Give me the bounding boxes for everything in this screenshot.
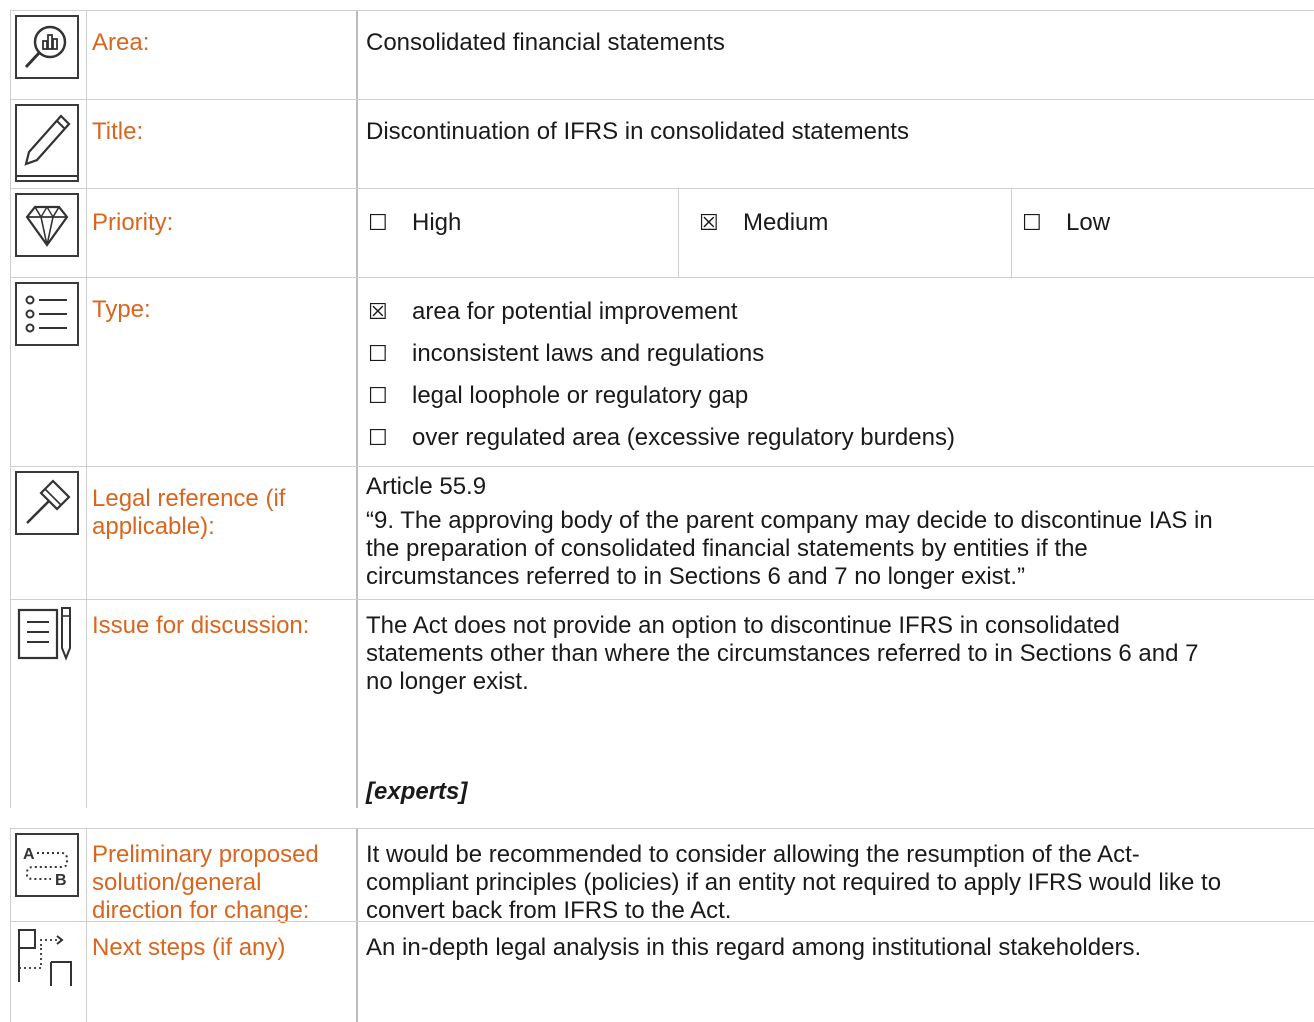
row-next-steps: Next steps (if any) An in-depth legal an… bbox=[10, 921, 1314, 1022]
notepad-pen-icon bbox=[15, 604, 79, 668]
value-cell: The Act does not provide an option to di… bbox=[358, 600, 1314, 808]
legal-quote-line3: circumstances referred to in Sections 6 … bbox=[366, 563, 1025, 590]
priority-option-text: ☒ Medium bbox=[699, 209, 828, 237]
value-cell: Consolidated financial statements bbox=[358, 11, 1314, 99]
priority-option-text: ☐ Low bbox=[1022, 209, 1110, 237]
priority-option-label: Medium bbox=[743, 209, 829, 236]
row-legal-reference: Legal reference (if applicable): Article… bbox=[10, 466, 1314, 599]
pencil-icon bbox=[15, 104, 79, 182]
type-option[interactable]: ☐ legal loophole or regulatory gap bbox=[368, 382, 748, 410]
solution-label: Preliminary proposed solution/general di… bbox=[92, 841, 350, 925]
icon-cell: AB bbox=[10, 829, 87, 921]
checkbox[interactable]: ☒ bbox=[699, 209, 727, 237]
area-value: Consolidated financial statements bbox=[366, 29, 725, 56]
row-type: Type: ☒ area for potential improvement ☐ i… bbox=[10, 277, 1314, 466]
icon-cell bbox=[10, 467, 87, 599]
type-option-label: legal loophole or regulatory gap bbox=[412, 382, 749, 409]
checkbox[interactable]: ☐ bbox=[368, 382, 396, 410]
value-cell: ☒ area for potential improvement ☐ inconsi… bbox=[358, 278, 1314, 466]
title-label: Title: bbox=[92, 118, 144, 145]
a-to-b-icon: AB bbox=[15, 833, 79, 897]
legal-quote-line2: the preparation of consolidated financia… bbox=[366, 535, 1088, 562]
icon-cell bbox=[10, 922, 87, 1022]
diamond-icon bbox=[15, 193, 79, 257]
solution-label-line1: Preliminary proposed bbox=[92, 841, 319, 868]
gavel-icon bbox=[15, 471, 79, 535]
icon-cell bbox=[10, 11, 87, 99]
priority-option-text: ☐ High bbox=[368, 209, 461, 237]
icon-cell bbox=[10, 100, 87, 188]
icon-cell bbox=[10, 600, 87, 808]
label-cell: Issue for discussion: bbox=[86, 600, 358, 808]
priority-label: Priority: bbox=[92, 209, 174, 236]
issue-line2: statements other than where the circumst… bbox=[366, 640, 1199, 667]
type-option[interactable]: ☒ area for potential improvement bbox=[368, 298, 738, 326]
priority-option[interactable]: ☒ Medium bbox=[689, 189, 1012, 277]
row-area: Area: Consolidated financial statements bbox=[10, 10, 1314, 99]
label-cell: Priority: bbox=[86, 189, 358, 277]
label-cell: Title: bbox=[86, 100, 358, 188]
next-steps-label: Next steps (if any) bbox=[92, 934, 286, 961]
type-option[interactable]: ☐ over regulated area (excessive regulato… bbox=[368, 424, 955, 452]
row-priority: Priority: ☐ High ☒ Medium ☐ Low bbox=[10, 188, 1314, 277]
row-solution: AB Preliminary proposed solution/general… bbox=[10, 828, 1314, 924]
issue-line3: no longer exist. bbox=[366, 668, 529, 695]
title-value: Discontinuation of IFRS in consolidated … bbox=[366, 118, 909, 145]
value-cell: Article 55.9 “9. The approving body of t… bbox=[358, 467, 1314, 599]
solution-line2: compliant principles (policies) if an en… bbox=[366, 869, 1222, 896]
list-icon bbox=[15, 282, 79, 346]
legal-label-line2: applicable): bbox=[92, 513, 215, 540]
solution-label-line2: solution/general bbox=[92, 869, 262, 896]
legal-article: Article 55.9 bbox=[366, 473, 487, 500]
type-option-label: inconsistent laws and regulations bbox=[412, 340, 765, 367]
label-cell: Area: bbox=[86, 11, 358, 99]
type-option-label: over regulated area (excessive regulator… bbox=[412, 424, 955, 451]
row-issue: Issue for discussion: The Act does not p… bbox=[10, 599, 1314, 808]
legal-label-line1: Legal reference (if bbox=[92, 485, 286, 512]
checkbox[interactable]: ☐ bbox=[368, 340, 396, 368]
icon-cell bbox=[10, 278, 87, 466]
value-cell: Discontinuation of IFRS in consolidated … bbox=[358, 100, 1314, 188]
issue-line1: The Act does not provide an option to di… bbox=[366, 612, 1120, 639]
label-cell: Next steps (if any) bbox=[86, 922, 358, 1022]
label-cell: Preliminary proposed solution/general di… bbox=[86, 829, 358, 924]
type-option-label: area for potential improvement bbox=[412, 298, 738, 325]
svg-text:A: A bbox=[23, 846, 35, 863]
type-option[interactable]: ☐ inconsistent laws and regulations bbox=[368, 340, 764, 368]
value-cell: An in-depth legal analysis in this regar… bbox=[358, 922, 1314, 1022]
legal-label: Legal reference (if applicable): bbox=[92, 485, 350, 541]
value-cell: ☐ High ☒ Medium ☐ Low bbox=[358, 189, 1314, 277]
priority-option-label: Low bbox=[1066, 209, 1111, 236]
row-title: Title: Discontinuation of IFRS in consol… bbox=[10, 99, 1314, 188]
legal-quote-line1: “9. The approving body of the parent com… bbox=[366, 507, 1213, 534]
checkbox[interactable]: ☒ bbox=[368, 298, 396, 326]
icon-cell bbox=[10, 189, 87, 277]
solution-line1: It would be recommended to consider allo… bbox=[366, 841, 1140, 868]
svg-text:B: B bbox=[55, 872, 67, 889]
type-label: Type: bbox=[92, 296, 151, 323]
path-steps-icon bbox=[15, 926, 79, 990]
checkbox[interactable]: ☐ bbox=[368, 209, 396, 237]
priority-option-label: High bbox=[412, 209, 462, 236]
priority-option[interactable]: ☐ Low bbox=[1012, 189, 1312, 277]
chart-magnifier-icon bbox=[15, 15, 79, 79]
label-cell: Type: bbox=[86, 278, 358, 466]
priority-option[interactable]: ☐ High bbox=[358, 189, 679, 277]
checkbox[interactable]: ☐ bbox=[1022, 209, 1050, 237]
label-cell: Legal reference (if applicable): bbox=[86, 467, 358, 599]
issue-experts: [experts] bbox=[366, 778, 468, 805]
area-label: Area: bbox=[92, 29, 150, 56]
next-steps-value: An in-depth legal analysis in this regar… bbox=[366, 934, 1142, 961]
value-cell: It would be recommended to consider allo… bbox=[358, 829, 1314, 924]
checkbox[interactable]: ☐ bbox=[368, 424, 396, 452]
issue-label: Issue for discussion: bbox=[92, 612, 310, 639]
